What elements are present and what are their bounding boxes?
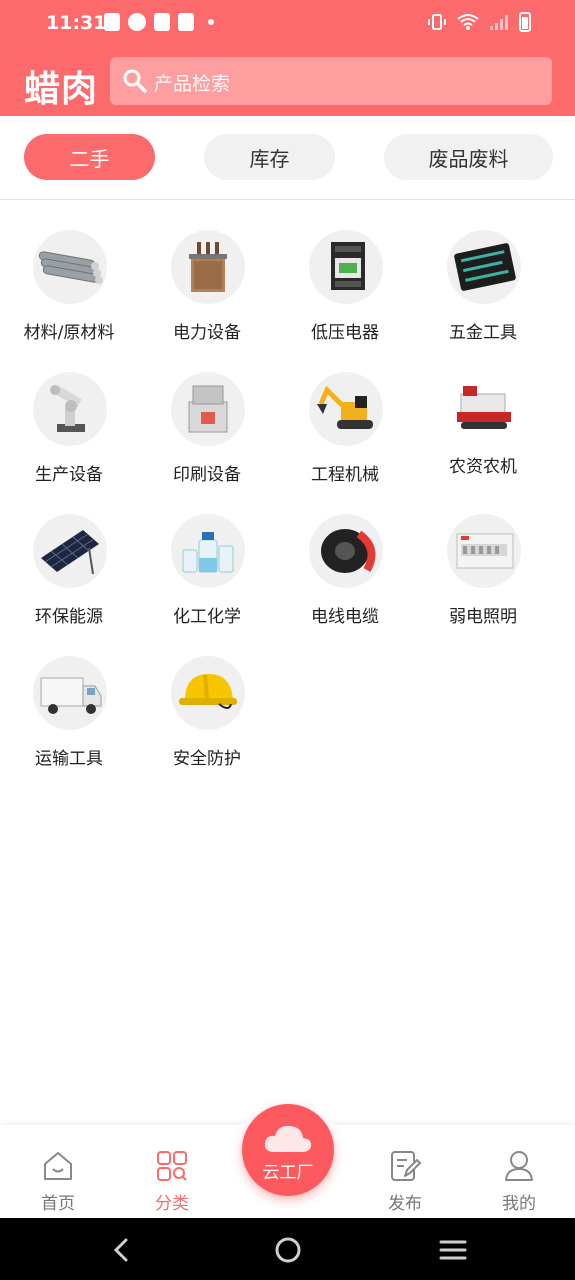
home-icon <box>44 1152 72 1180</box>
category-label: 印刷设备 <box>173 465 241 485</box>
category-raw-materials[interactable]: 材料/原材料 <box>0 230 138 360</box>
category-low-voltage[interactable]: 低压电器 <box>276 230 414 360</box>
category-label: 弱电照明 <box>449 607 517 627</box>
category-label: 安全防护 <box>173 749 241 769</box>
category-hardware-tools[interactable]: 五金工具 <box>414 230 552 360</box>
nav-profile[interactable]: 我的 <box>461 1125 575 1218</box>
category-label: 生产设备 <box>35 465 103 485</box>
toolkit-icon <box>447 230 521 304</box>
category-weak-current-lighting[interactable]: 弱电照明 <box>414 514 552 644</box>
search-placeholder: 产品检索 <box>154 73 231 95</box>
more-notifications-dot-icon <box>208 19 214 25</box>
category-printing-equipment[interactable]: 印刷设备 <box>138 372 276 502</box>
nav-label: 发布 <box>388 1194 422 1214</box>
category-environmental-energy[interactable]: 环保能源 <box>0 514 138 644</box>
category-chemicals[interactable]: 化工化学 <box>138 514 276 644</box>
nav-home[interactable]: 首页 <box>0 1125 116 1218</box>
shopping-bag-icon <box>178 13 194 31</box>
app-title: 蜡肉 <box>24 69 99 110</box>
category-icon <box>157 1151 187 1181</box>
cloud-factory-button-wrap: 云工厂 <box>236 1098 340 1202</box>
category-label: 环保能源 <box>35 607 103 627</box>
back-icon[interactable] <box>106 1234 138 1266</box>
nav-label: 首页 <box>41 1194 75 1214</box>
category-agricultural-machinery[interactable]: 农资农机 <box>414 372 552 502</box>
category-label: 电线电缆 <box>311 607 379 627</box>
shopping-bag-icon <box>154 13 170 31</box>
app-header: 11:31 蜡肉 产品检索 <box>0 0 575 116</box>
hard-hat-icon <box>171 656 245 730</box>
harvester-icon <box>447 372 521 446</box>
nav-category[interactable]: 分类 <box>114 1125 230 1218</box>
cloud-factory-button[interactable]: 云工厂 <box>242 1104 334 1196</box>
transformer-icon <box>171 230 245 304</box>
notification-icons <box>104 13 214 31</box>
signal-icon <box>490 15 508 30</box>
cable-coil-icon <box>309 514 383 588</box>
robot-arm-icon <box>33 372 107 446</box>
edit-icon <box>391 1151 421 1181</box>
recent-apps-icon[interactable] <box>437 1234 469 1266</box>
vibrate-icon <box>428 14 446 30</box>
printing-machine-icon <box>171 372 245 446</box>
system-navigation-bar <box>0 1218 575 1280</box>
category-transport[interactable]: 运输工具 <box>0 656 138 786</box>
excavator-icon <box>309 372 383 446</box>
truck-icon <box>33 656 107 730</box>
nav-label: 我的 <box>502 1194 536 1214</box>
wifi-icon <box>457 14 479 30</box>
chemical-bottles-icon <box>171 514 245 588</box>
category-label: 材料/原材料 <box>23 323 115 343</box>
category-production-equipment[interactable]: 生产设备 <box>0 372 138 502</box>
category-label: 电力设备 <box>173 323 241 343</box>
user-icon <box>505 1151 533 1181</box>
search-input[interactable]: 产品检索 <box>110 57 552 105</box>
category-wires-cables[interactable]: 电线电缆 <box>276 514 414 644</box>
contactor-icon <box>309 230 383 304</box>
tab-second-hand[interactable]: 二手 <box>24 134 155 180</box>
notification-alert-icon <box>104 13 120 31</box>
category-label: 低压电器 <box>311 323 379 343</box>
category-label: 工程机械 <box>311 465 379 485</box>
status-bar: 11:31 <box>0 0 575 46</box>
category-label: 农资农机 <box>449 457 517 477</box>
nav-label: 分类 <box>155 1194 189 1214</box>
tab-scrap[interactable]: 废品废料 <box>384 134 553 180</box>
notification-app-icon <box>128 13 146 31</box>
search-icon <box>123 69 147 93</box>
distribution-box-icon <box>447 514 521 588</box>
nav-publish[interactable]: 发布 <box>347 1125 463 1218</box>
system-status-icons <box>427 12 531 32</box>
category-label: 化工化学 <box>173 607 241 627</box>
category-label: 五金工具 <box>449 323 517 343</box>
tab-inventory[interactable]: 库存 <box>204 134 335 180</box>
type-tabs: 二手 库存 废品废料 <box>0 116 575 200</box>
fab-label: 云工厂 <box>262 1163 314 1183</box>
category-label: 运输工具 <box>35 749 103 769</box>
status-time: 11:31 <box>46 12 107 34</box>
cloud-icon <box>264 1125 312 1152</box>
category-safety-protection[interactable]: 安全防护 <box>138 656 276 786</box>
category-power-equipment[interactable]: 电力设备 <box>138 230 276 360</box>
battery-icon <box>519 12 531 32</box>
steel-pipes-icon <box>33 230 107 304</box>
category-construction-machinery[interactable]: 工程机械 <box>276 372 414 502</box>
home-button-icon[interactable] <box>272 1234 304 1266</box>
solar-panel-icon <box>33 514 107 588</box>
